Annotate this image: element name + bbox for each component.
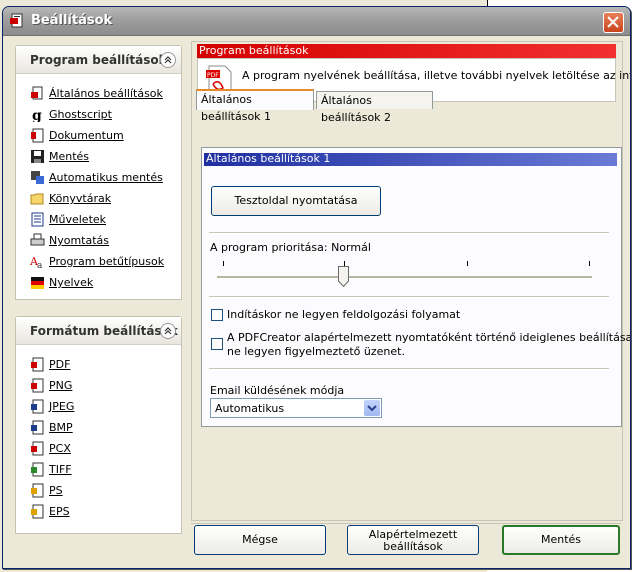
divider <box>209 232 609 234</box>
svg-text:g: g <box>32 108 42 122</box>
checkbox-no-warning-label-2: ne legyen figyelmeztető üzenet. <box>227 345 405 358</box>
priority-label: A program prioritása: Normál <box>210 241 371 254</box>
section-header-bar: Program beállítások <box>197 44 616 58</box>
format-settings-title: Formátum beállítások <box>30 324 178 338</box>
jpeg-file-icon <box>31 399 44 414</box>
format-settings-header[interactable]: Formátum beállítások <box>16 317 181 345</box>
sidebar-item-label: Automatikus mentés <box>49 171 163 184</box>
program-settings-header[interactable]: Program beállítások <box>16 46 181 74</box>
email-method-value: Automatikus <box>215 402 285 415</box>
actions-icon <box>31 212 44 227</box>
format-item-label: PCX <box>49 442 71 455</box>
format-item-label: PS <box>49 484 63 497</box>
priority-slider-track[interactable] <box>217 276 592 279</box>
tiff-file-icon <box>31 462 44 477</box>
sidebar-item-label: Nyomtatás <box>49 234 110 247</box>
checkbox-no-progress-label: Indításkor ne legyen feldolgozási folyam… <box>227 308 461 321</box>
slider-tick <box>223 261 224 266</box>
chevron-down-icon <box>367 405 377 412</box>
window-title: Beállítások <box>31 13 113 28</box>
pcx-file-icon <box>31 441 44 456</box>
pdf-file-icon <box>31 357 44 372</box>
printer-icon <box>30 233 45 246</box>
settings-window: Beállítások Program beállítások Általáno… <box>2 6 631 569</box>
sidebar-item-label: Műveletek <box>49 213 107 226</box>
email-method-label: Email küldésének módja <box>210 384 345 397</box>
checkbox-no-progress[interactable] <box>211 309 223 321</box>
eps-file-icon <box>31 504 44 519</box>
save-label: Mentés <box>540 533 582 546</box>
folder-icon <box>30 193 44 205</box>
cancel-button[interactable]: Mégse <box>194 525 326 555</box>
sidebar-item-label: Dokumentum <box>49 129 124 142</box>
info-text: A program nyelvének beállítása, illetve … <box>242 69 630 82</box>
app-icon <box>10 13 23 28</box>
document-icon <box>31 128 44 143</box>
sidebar-item-label: Könyvtárak <box>49 192 112 205</box>
priority-slider-thumb[interactable] <box>338 266 349 287</box>
collapse-icon[interactable] <box>160 52 176 68</box>
tab-general-1[interactable]: Általános beállítások 1 <box>196 89 314 123</box>
divider <box>209 368 609 370</box>
save-button[interactable]: Mentés <box>502 525 620 555</box>
format-item-label: PNG <box>49 379 73 392</box>
program-settings-title: Program beállítások <box>30 53 167 67</box>
bmp-file-icon <box>31 420 44 435</box>
sidebar-item-label: Ghostscript <box>49 108 112 121</box>
collapse-icon[interactable] <box>160 323 176 339</box>
floppy-disk-icon <box>31 150 44 163</box>
sidebar-item-label: Általános beállítások <box>49 87 163 100</box>
divider <box>191 523 621 524</box>
close-button[interactable] <box>603 12 624 33</box>
format-item-label: BMP <box>49 421 73 434</box>
ps-file-icon <box>31 483 44 498</box>
format-item-label: TIFF <box>49 463 72 476</box>
divider <box>209 296 609 298</box>
checkbox-no-warning[interactable] <box>211 338 223 350</box>
language-flag-icon <box>31 277 44 289</box>
format-item-label: JPEG <box>49 400 75 413</box>
slider-tick <box>589 261 590 266</box>
defaults-label-2: beállítások <box>383 540 443 553</box>
tab-general-2[interactable]: Általános beállítások 2 <box>316 91 433 124</box>
program-settings-panel: Program beállítások Általános beállításo… <box>15 45 182 300</box>
format-item-label: EPS <box>49 505 70 518</box>
checkbox-no-warning-label: A PDFCreator alapértelmezett nyomtatókén… <box>227 331 631 344</box>
sidebar-item-label: Mentés <box>49 150 90 163</box>
sidebar-item-label: Nyelvek <box>49 276 94 289</box>
auto-save-icon <box>31 171 44 184</box>
tab-panel: Általános beállítások 1 Tesztoldal nyomt… <box>201 147 630 427</box>
png-file-icon <box>31 378 44 393</box>
test-page-button[interactable]: Tesztoldal nyomtatása <box>211 186 381 216</box>
ghostscript-icon: g <box>32 108 42 122</box>
format-settings-panel: Formátum beállítások PDF PNG JPEG BMP PC… <box>15 316 182 534</box>
close-icon <box>607 16 619 28</box>
panel-title-bar: Általános beállítások 1 <box>204 153 617 166</box>
email-method-select[interactable]: Automatikus <box>210 398 382 418</box>
format-item-label: PDF <box>49 358 71 371</box>
slider-tick <box>467 261 468 266</box>
title-bar[interactable]: Beállítások <box>3 7 630 36</box>
printer-document-icon <box>31 86 43 100</box>
svg-text:PDF: PDF <box>207 72 219 79</box>
defaults-button[interactable]: Alapértelmezett beállítások <box>347 525 479 555</box>
cancel-label: Mégse <box>242 533 278 546</box>
sidebar-item-label: Program betűtípusok <box>49 255 165 268</box>
font-icon: Aa <box>30 255 43 269</box>
svg-text:a: a <box>37 261 43 269</box>
dropdown-button[interactable] <box>364 400 380 416</box>
